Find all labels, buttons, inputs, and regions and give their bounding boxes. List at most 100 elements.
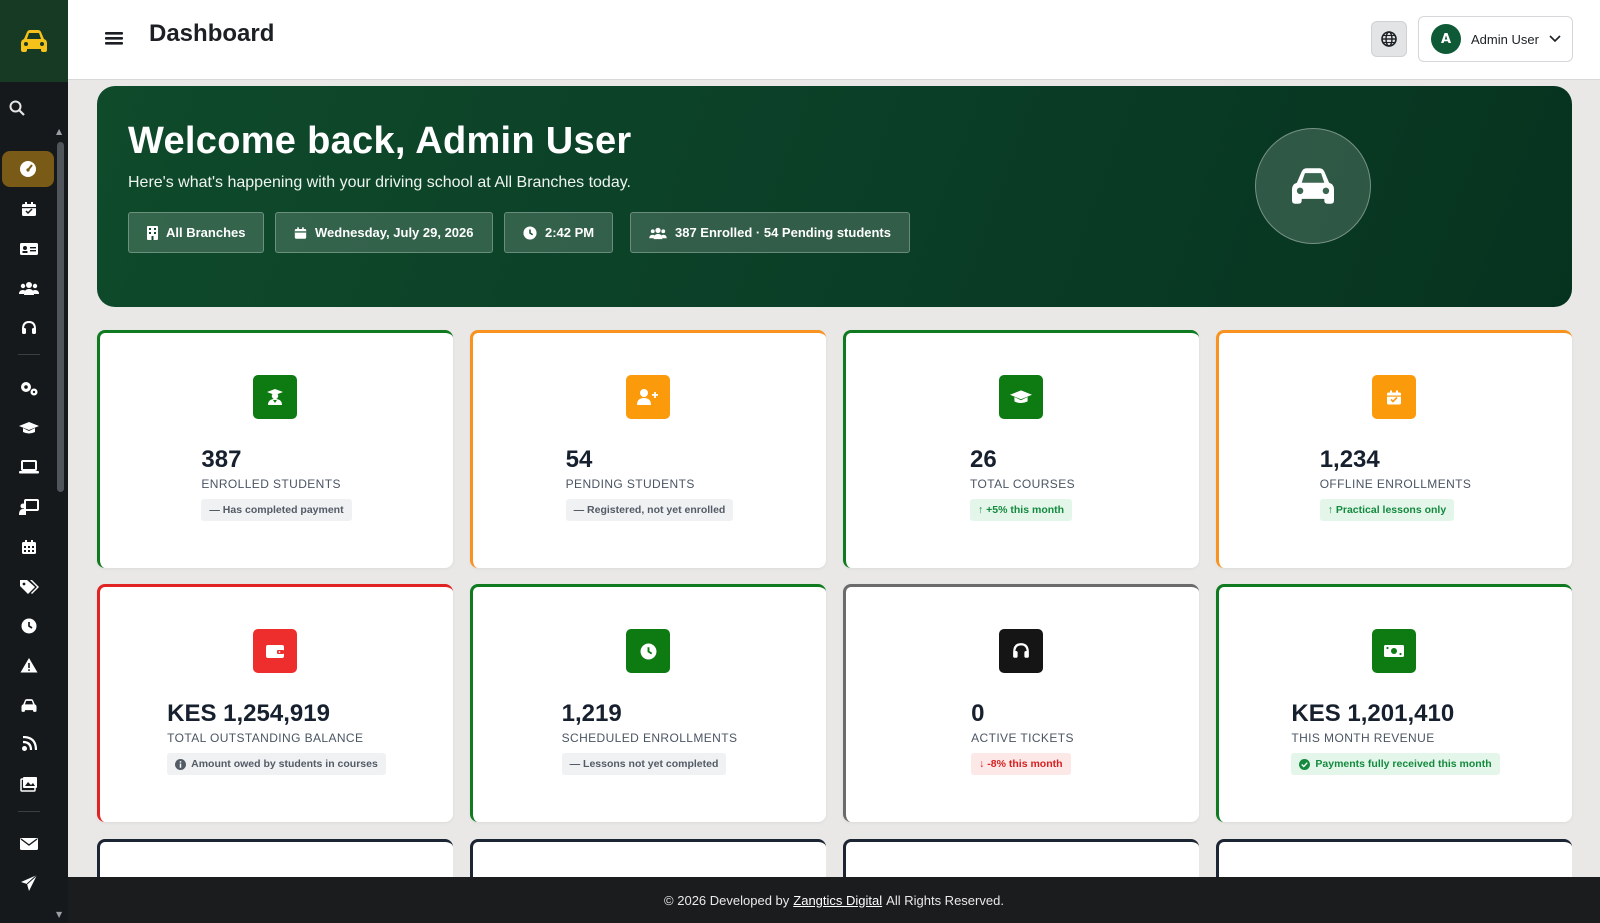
sidebar-item-alerts[interactable] — [4, 647, 54, 683]
stat-icon-box — [1372, 375, 1416, 419]
gears-icon — [21, 382, 38, 396]
stat-value: 0 — [971, 700, 985, 727]
enrollment-chip-label: 387 Enrolled · 54 Pending students — [675, 225, 891, 240]
stat-label: PENDING STUDENTS — [565, 477, 695, 491]
language-button[interactable] — [1371, 21, 1407, 57]
user-menu-button[interactable]: A Admin User — [1418, 16, 1573, 62]
sidebar-item-blog[interactable] — [4, 726, 54, 762]
sidebar-item-messages[interactable] — [4, 826, 54, 862]
stat-card-partial[interactable] — [97, 839, 453, 879]
stat-label: OFFLINE ENROLLMENTS — [1319, 477, 1472, 491]
welcome-title: Welcome back, Admin User — [128, 120, 632, 162]
stat-card-offline-enrollments[interactable]: 1,234 OFFLINE ENROLLMENTS ↑ Practical le… — [1216, 330, 1572, 568]
stat-card-partial[interactable] — [1216, 839, 1572, 879]
user-name: Admin User — [1471, 31, 1539, 47]
stat-icon-box — [253, 629, 297, 673]
time-chip: 2:42 PM — [504, 212, 614, 253]
headset-icon — [22, 320, 36, 334]
globe-icon — [1381, 31, 1397, 47]
stat-card-total-courses[interactable]: 26 TOTAL COURSES ↑ +5% this month — [843, 330, 1199, 568]
enrollment-chip: 387 Enrolled · 54 Pending students — [630, 212, 910, 253]
sidebar-item-online-classes[interactable] — [4, 449, 54, 485]
stat-label: SCHEDULED ENROLLMENTS — [561, 731, 738, 745]
sidebar-item-settings[interactable] — [4, 370, 54, 406]
stat-icon-box — [1372, 629, 1416, 673]
car-icon — [21, 698, 37, 712]
stat-label: ACTIVE TICKETS — [971, 731, 1074, 745]
sidebar-item-id-cards[interactable] — [4, 231, 54, 267]
sidebar-divider — [18, 354, 40, 355]
stat-card-pending-students[interactable]: 54 PENDING STUDENTS — Registered, not ye… — [470, 330, 826, 568]
stat-card-month-revenue[interactable]: KES 1,201,410 THIS MONTH REVENUE Payment… — [1216, 584, 1572, 822]
warning-icon — [20, 658, 38, 673]
search-icon — [9, 100, 25, 116]
blog-icon — [22, 736, 37, 751]
footer-suffix: All Rights Reserved. — [886, 892, 1004, 908]
sidebar-item-instructors[interactable] — [4, 489, 54, 525]
sidebar-item-history[interactable] — [4, 608, 54, 644]
stat-card-partial[interactable] — [470, 839, 826, 879]
sidebar-item-tags[interactable] — [4, 568, 54, 604]
logo[interactable] — [0, 0, 68, 82]
sidebar-item-gallery[interactable] — [4, 766, 54, 802]
stat-card-enrolled-students[interactable]: 387 ENROLLED STUDENTS — Has completed pa… — [97, 330, 453, 568]
stat-badge: — Lessons not yet completed — [561, 753, 727, 775]
stat-card-scheduled-enrollments[interactable]: 1,219 SCHEDULED ENROLLMENTS — Lessons no… — [470, 584, 826, 822]
clock-icon — [523, 225, 537, 240]
stat-value: KES 1,254,919 — [167, 700, 330, 727]
stat-label: TOTAL COURSES — [970, 477, 1075, 491]
stat-label: ENROLLED STUDENTS — [201, 477, 341, 491]
stat-badge: ↑ Practical lessons only — [1319, 499, 1455, 521]
laptop-icon — [19, 460, 39, 474]
sidebar-item-students[interactable] — [4, 270, 54, 306]
calendar-check-icon — [22, 202, 36, 216]
sidebar-item-schedule[interactable] — [4, 191, 54, 227]
footer-link[interactable]: Zangtics Digital — [793, 893, 882, 908]
date-chip-label: Wednesday, July 29, 2026 — [315, 225, 474, 240]
scroll-up-arrow[interactable]: ▲ — [56, 127, 62, 136]
stat-badge-text: Amount owed by students in courses — [191, 758, 378, 770]
stat-card-partial[interactable] — [843, 839, 1199, 879]
scroll-down-arrow[interactable]: ▼ — [56, 910, 62, 919]
stat-badge: ↑ +5% this month — [970, 499, 1073, 521]
stat-icon-box — [999, 375, 1043, 419]
stat-badge: ↓ -8% this month — [971, 753, 1071, 775]
hamburger-icon — [105, 32, 123, 45]
sidebar-item-send[interactable] — [4, 865, 54, 901]
sidebar-item-calendar[interactable] — [4, 529, 54, 565]
car-icon — [1292, 168, 1334, 204]
welcome-banner: Welcome back, Admin User Here's what's h… — [97, 86, 1572, 307]
stat-badge: — Has completed payment — [201, 499, 352, 521]
footer: © 2026 Developed by Zangtics Digital All… — [68, 877, 1600, 923]
branch-chip[interactable]: All Branches — [128, 212, 265, 253]
users-icon — [649, 227, 667, 239]
sidebar-scrollbar[interactable] — [57, 142, 64, 492]
welcome-subtitle: Here's what's happening with your drivin… — [128, 174, 631, 191]
envelope-icon — [20, 838, 38, 850]
sidebar-item-courses[interactable] — [4, 410, 54, 446]
chalkboard-teacher-icon — [19, 499, 39, 515]
info-circle-icon — [175, 758, 187, 770]
stat-badge-text: Payments fully received this month — [1315, 758, 1492, 770]
stat-card-active-tickets[interactable]: 0 ACTIVE TICKETS ↓ -8% this month — [843, 584, 1199, 822]
avatar: A — [1431, 24, 1461, 54]
stat-badge: — Registered, not yet enrolled — [565, 499, 734, 521]
footer-prefix: © 2026 Developed by — [664, 892, 790, 908]
hero-badge — [1255, 128, 1371, 244]
stat-value: 1,219 — [561, 700, 622, 727]
car-icon — [21, 30, 47, 52]
stat-icon-box — [626, 629, 670, 673]
images-icon — [20, 777, 37, 792]
paper-plane-icon — [21, 874, 38, 891]
sidebar-search[interactable] — [0, 92, 68, 124]
id-card-icon — [20, 243, 38, 255]
tags-icon — [20, 580, 39, 594]
sidebar-item-support[interactable] — [4, 310, 54, 346]
user-plus-icon — [637, 389, 658, 405]
building-icon — [147, 225, 158, 240]
users-icon — [19, 282, 39, 295]
menu-toggle-button[interactable] — [104, 28, 124, 48]
sidebar-item-vehicles[interactable] — [4, 687, 54, 723]
stat-card-outstanding-balance[interactable]: KES 1,254,919 TOTAL OUTSTANDING BALANCE … — [97, 584, 453, 822]
sidebar-item-dashboard[interactable] — [2, 151, 54, 187]
